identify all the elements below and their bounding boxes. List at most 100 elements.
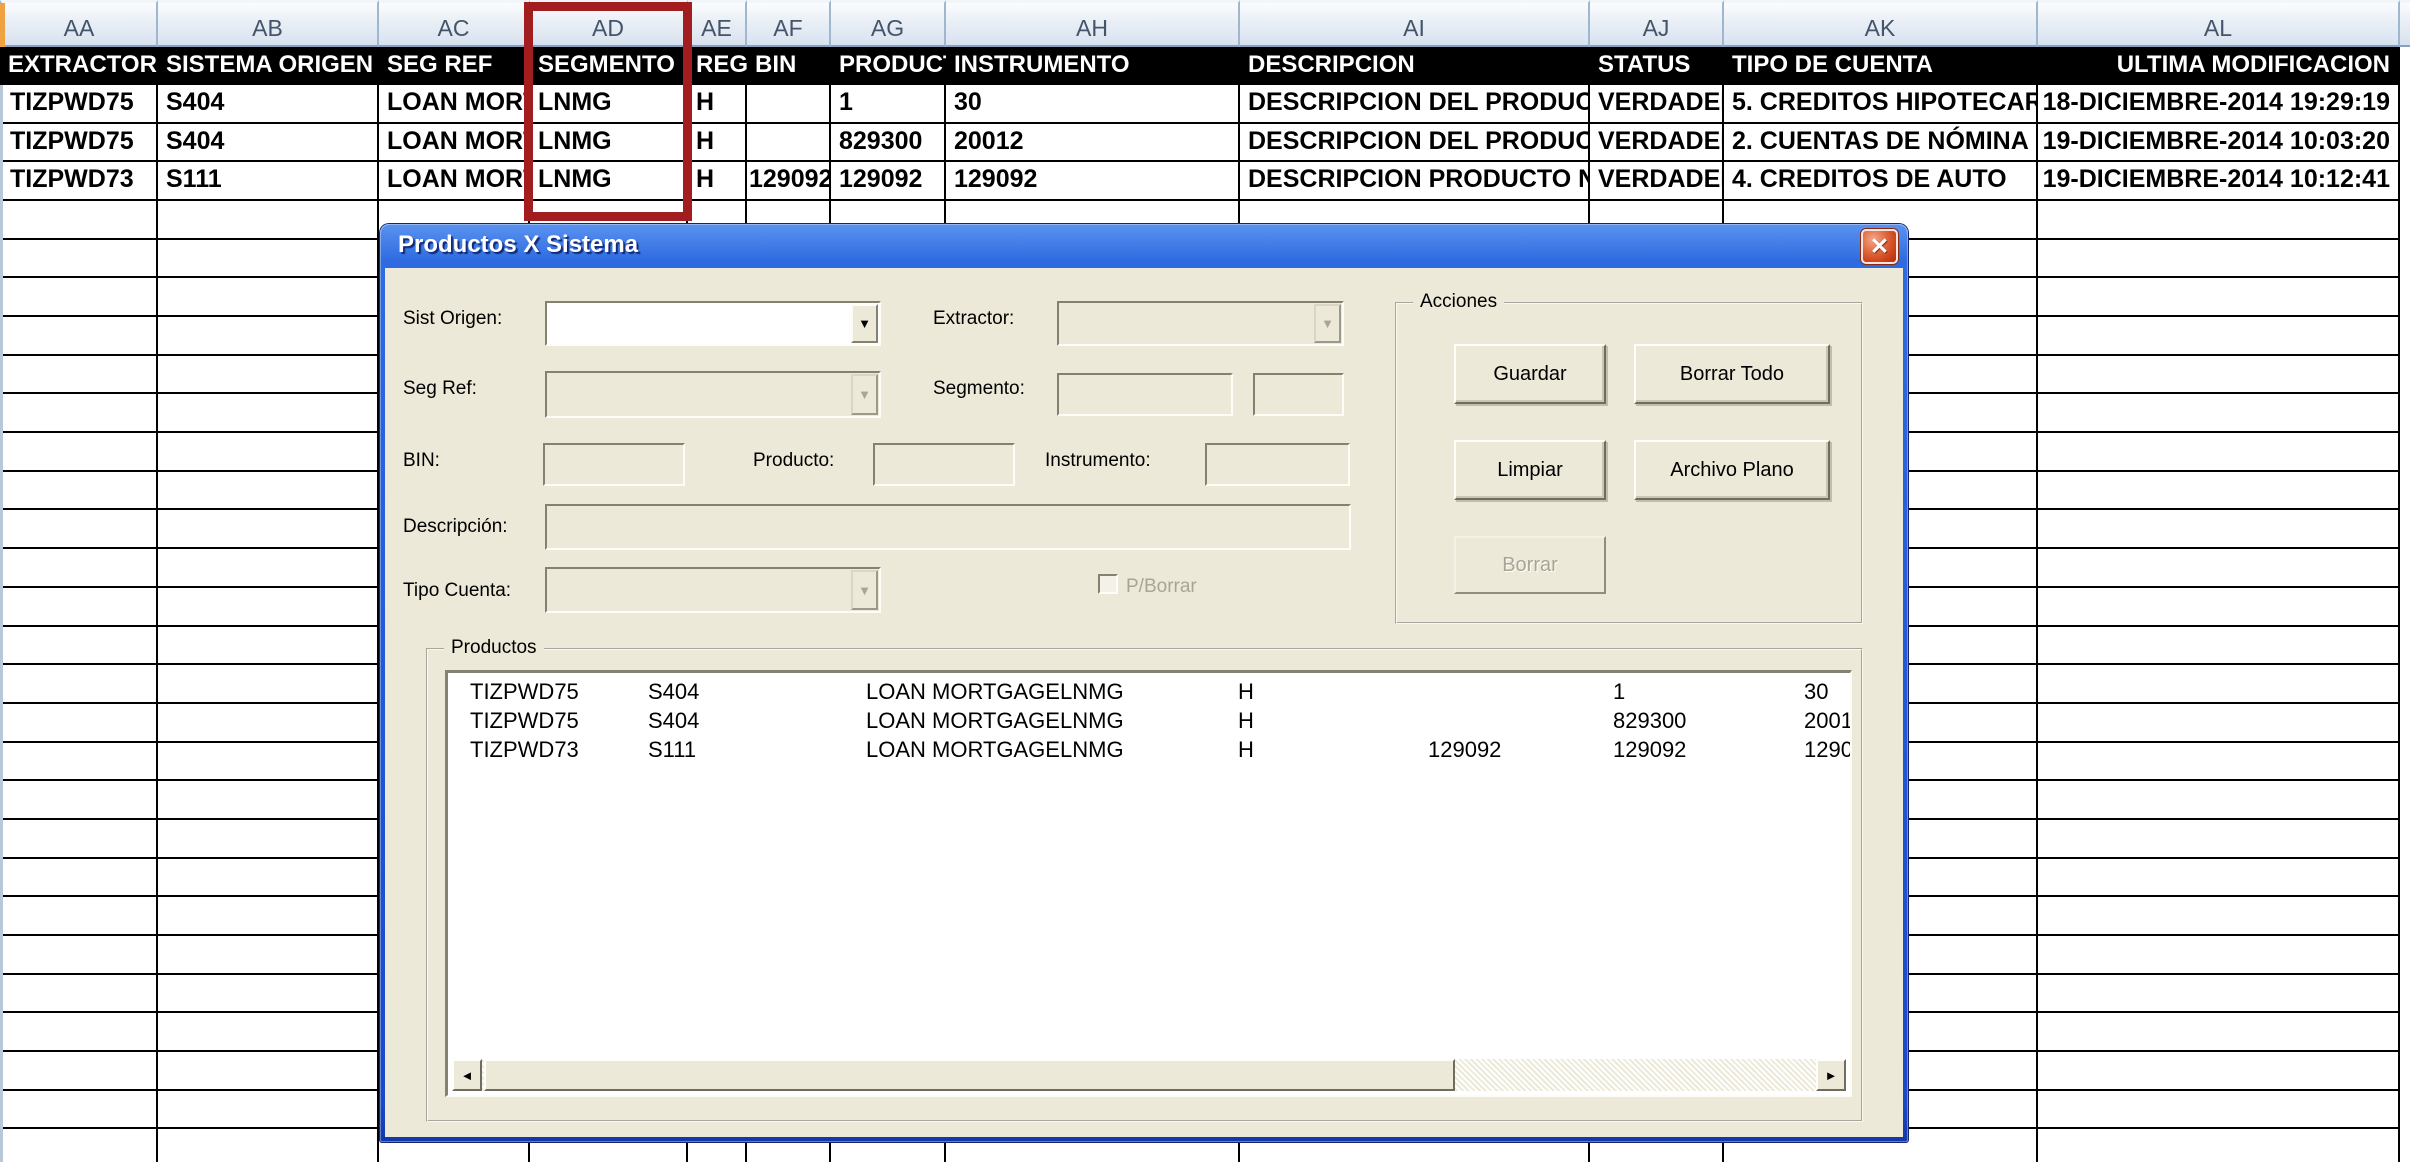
sheet-cell[interactable]: 129092 [831, 162, 946, 201]
sheet-cell[interactable]: 19-DICIEMBRE-2014 10:12:41 [2038, 162, 2400, 201]
sheet-cell[interactable] [2038, 278, 2400, 317]
guardar-button[interactable]: Guardar [1454, 344, 1606, 404]
horizontal-scrollbar[interactable]: ◄ ► [452, 1059, 1846, 1091]
sheet-cell[interactable] [158, 240, 379, 279]
sheet-cell[interactable] [158, 1052, 379, 1091]
sheet-cell[interactable] [2038, 510, 2400, 549]
sheet-cell[interactable] [158, 549, 379, 588]
limpiar-button[interactable]: Limpiar [1454, 440, 1606, 500]
sheet-cell[interactable] [0, 433, 158, 472]
sheet-cell[interactable]: 5. CREDITOS HIPOTECARIO [1724, 85, 2038, 124]
sheet-field-header[interactable]: TIPO DE CUENTA [1724, 47, 2038, 85]
sheet-cell[interactable] [158, 936, 379, 975]
sheet-cell[interactable] [0, 1052, 158, 1091]
column-header-AB[interactable]: AB [158, 0, 379, 47]
sheet-field-header[interactable]: STATUS [1590, 47, 1724, 85]
sheet-cell[interactable]: H [688, 162, 747, 201]
sheet-cell[interactable] [0, 472, 158, 511]
sheet-cell[interactable]: 2. CUENTAS DE NÓMINA [1724, 124, 2038, 163]
sheet-cell[interactable] [0, 665, 158, 704]
sheet-cell[interactable] [2038, 1129, 2400, 1162]
sheet-cell[interactable] [158, 317, 379, 356]
sheet-cell[interactable] [158, 433, 379, 472]
sheet-cell[interactable]: H [688, 85, 747, 124]
column-header-AL[interactable]: AL [2038, 0, 2400, 47]
sheet-cell[interactable]: VERDADERO [1590, 124, 1724, 163]
sheet-cell[interactable] [158, 278, 379, 317]
sheet-cell[interactable] [2038, 743, 2400, 782]
sheet-cell[interactable] [0, 704, 158, 743]
borrar-todo-button[interactable]: Borrar Todo [1634, 344, 1830, 404]
sheet-cell[interactable]: DESCRIPCION DEL PRODUCT [1240, 85, 1590, 124]
sheet-cell[interactable] [0, 317, 158, 356]
column-header-AE[interactable]: AE [688, 0, 747, 47]
sheet-cell[interactable]: TIZPWD75 [0, 124, 158, 163]
sheet-cell[interactable]: 129092 [946, 162, 1240, 201]
sheet-cell[interactable]: 1 [831, 85, 946, 124]
sheet-cell[interactable]: DESCRIPCION DEL PRODUCT [1240, 124, 1590, 163]
sheet-field-header[interactable]: SEG REF [379, 47, 530, 85]
sheet-cell[interactable]: VERDADERO [1590, 85, 1724, 124]
sheet-cell[interactable]: VERDADERO [1590, 162, 1724, 201]
sheet-cell[interactable]: S111 [158, 162, 379, 201]
sheet-cell[interactable] [0, 278, 158, 317]
sheet-cell[interactable] [158, 588, 379, 627]
sheet-cell[interactable] [158, 1091, 379, 1130]
sheet-cell[interactable] [158, 665, 379, 704]
sheet-cell[interactable]: 129092 [747, 162, 831, 201]
sheet-cell[interactable] [0, 1013, 158, 1052]
sheet-cell[interactable]: 829300 [831, 124, 946, 163]
sheet-cell[interactable] [2038, 897, 2400, 936]
sheet-cell[interactable] [2038, 394, 2400, 433]
scroll-right-button[interactable]: ► [1816, 1059, 1846, 1091]
sheet-cell[interactable] [158, 201, 379, 240]
sheet-cell[interactable]: 19-DICIEMBRE-2014 10:03:20 [2038, 124, 2400, 163]
sheet-cell[interactable] [158, 743, 379, 782]
sheet-cell[interactable]: DESCRIPCION PRODUCTO NI [1240, 162, 1590, 201]
sheet-cell[interactable] [158, 1129, 379, 1162]
sheet-cell[interactable] [0, 743, 158, 782]
sheet-cell[interactable] [158, 781, 379, 820]
sheet-cell[interactable] [747, 85, 831, 124]
sheet-cell[interactable]: LOAN MORTGAGE [379, 162, 530, 201]
column-header-AC[interactable]: AC [379, 0, 530, 47]
sheet-cell[interactable] [0, 1091, 158, 1130]
sheet-cell[interactable] [2038, 781, 2400, 820]
sheet-cell[interactable] [2038, 433, 2400, 472]
sheet-field-header[interactable]: DESCRIPCION [1240, 47, 1590, 85]
sist-origen-dropdown-button[interactable]: ▼ [851, 304, 878, 343]
sheet-cell[interactable] [0, 356, 158, 395]
sheet-cell[interactable] [0, 859, 158, 898]
sheet-cell[interactable] [0, 820, 158, 859]
sheet-cell[interactable] [2038, 317, 2400, 356]
column-header-AA[interactable]: AA [0, 0, 158, 47]
sheet-cell[interactable]: LOAN MORTGAGE [379, 124, 530, 163]
scrollbar-thumb[interactable] [484, 1059, 1455, 1091]
sheet-cell[interactable] [0, 1129, 158, 1162]
sheet-cell[interactable]: S404 [158, 124, 379, 163]
sheet-cell[interactable] [2038, 936, 2400, 975]
sheet-cell[interactable] [158, 975, 379, 1014]
sheet-cell[interactable] [2038, 240, 2400, 279]
sist-origen-combobox[interactable]: ▼ [545, 301, 881, 346]
sheet-cell[interactable] [0, 549, 158, 588]
sheet-field-header[interactable]: ULTIMA MODIFICACION [2038, 47, 2400, 85]
column-header-AG[interactable]: AG [831, 0, 946, 47]
sheet-cell[interactable] [158, 356, 379, 395]
sheet-cell[interactable]: S404 [158, 85, 379, 124]
sheet-cell[interactable] [2038, 201, 2400, 240]
sheet-cell[interactable]: 30 [946, 85, 1240, 124]
sheet-cell[interactable] [158, 820, 379, 859]
sheet-cell[interactable] [2038, 1091, 2400, 1130]
column-header-AJ[interactable]: AJ [1590, 0, 1724, 47]
sheet-field-header[interactable]: REG ID [688, 47, 747, 85]
sheet-cell[interactable] [0, 510, 158, 549]
sheet-cell[interactable]: TIZPWD75 [0, 85, 158, 124]
sheet-cell[interactable] [158, 859, 379, 898]
sheet-cell[interactable]: 4. CREDITOS DE AUTO [1724, 162, 2038, 201]
sheet-cell[interactable] [2038, 627, 2400, 666]
column-header-AK[interactable]: AK [1724, 0, 2038, 47]
sheet-cell[interactable] [2038, 472, 2400, 511]
scroll-left-button[interactable]: ◄ [452, 1059, 482, 1091]
column-header-AF[interactable]: AF [747, 0, 831, 47]
